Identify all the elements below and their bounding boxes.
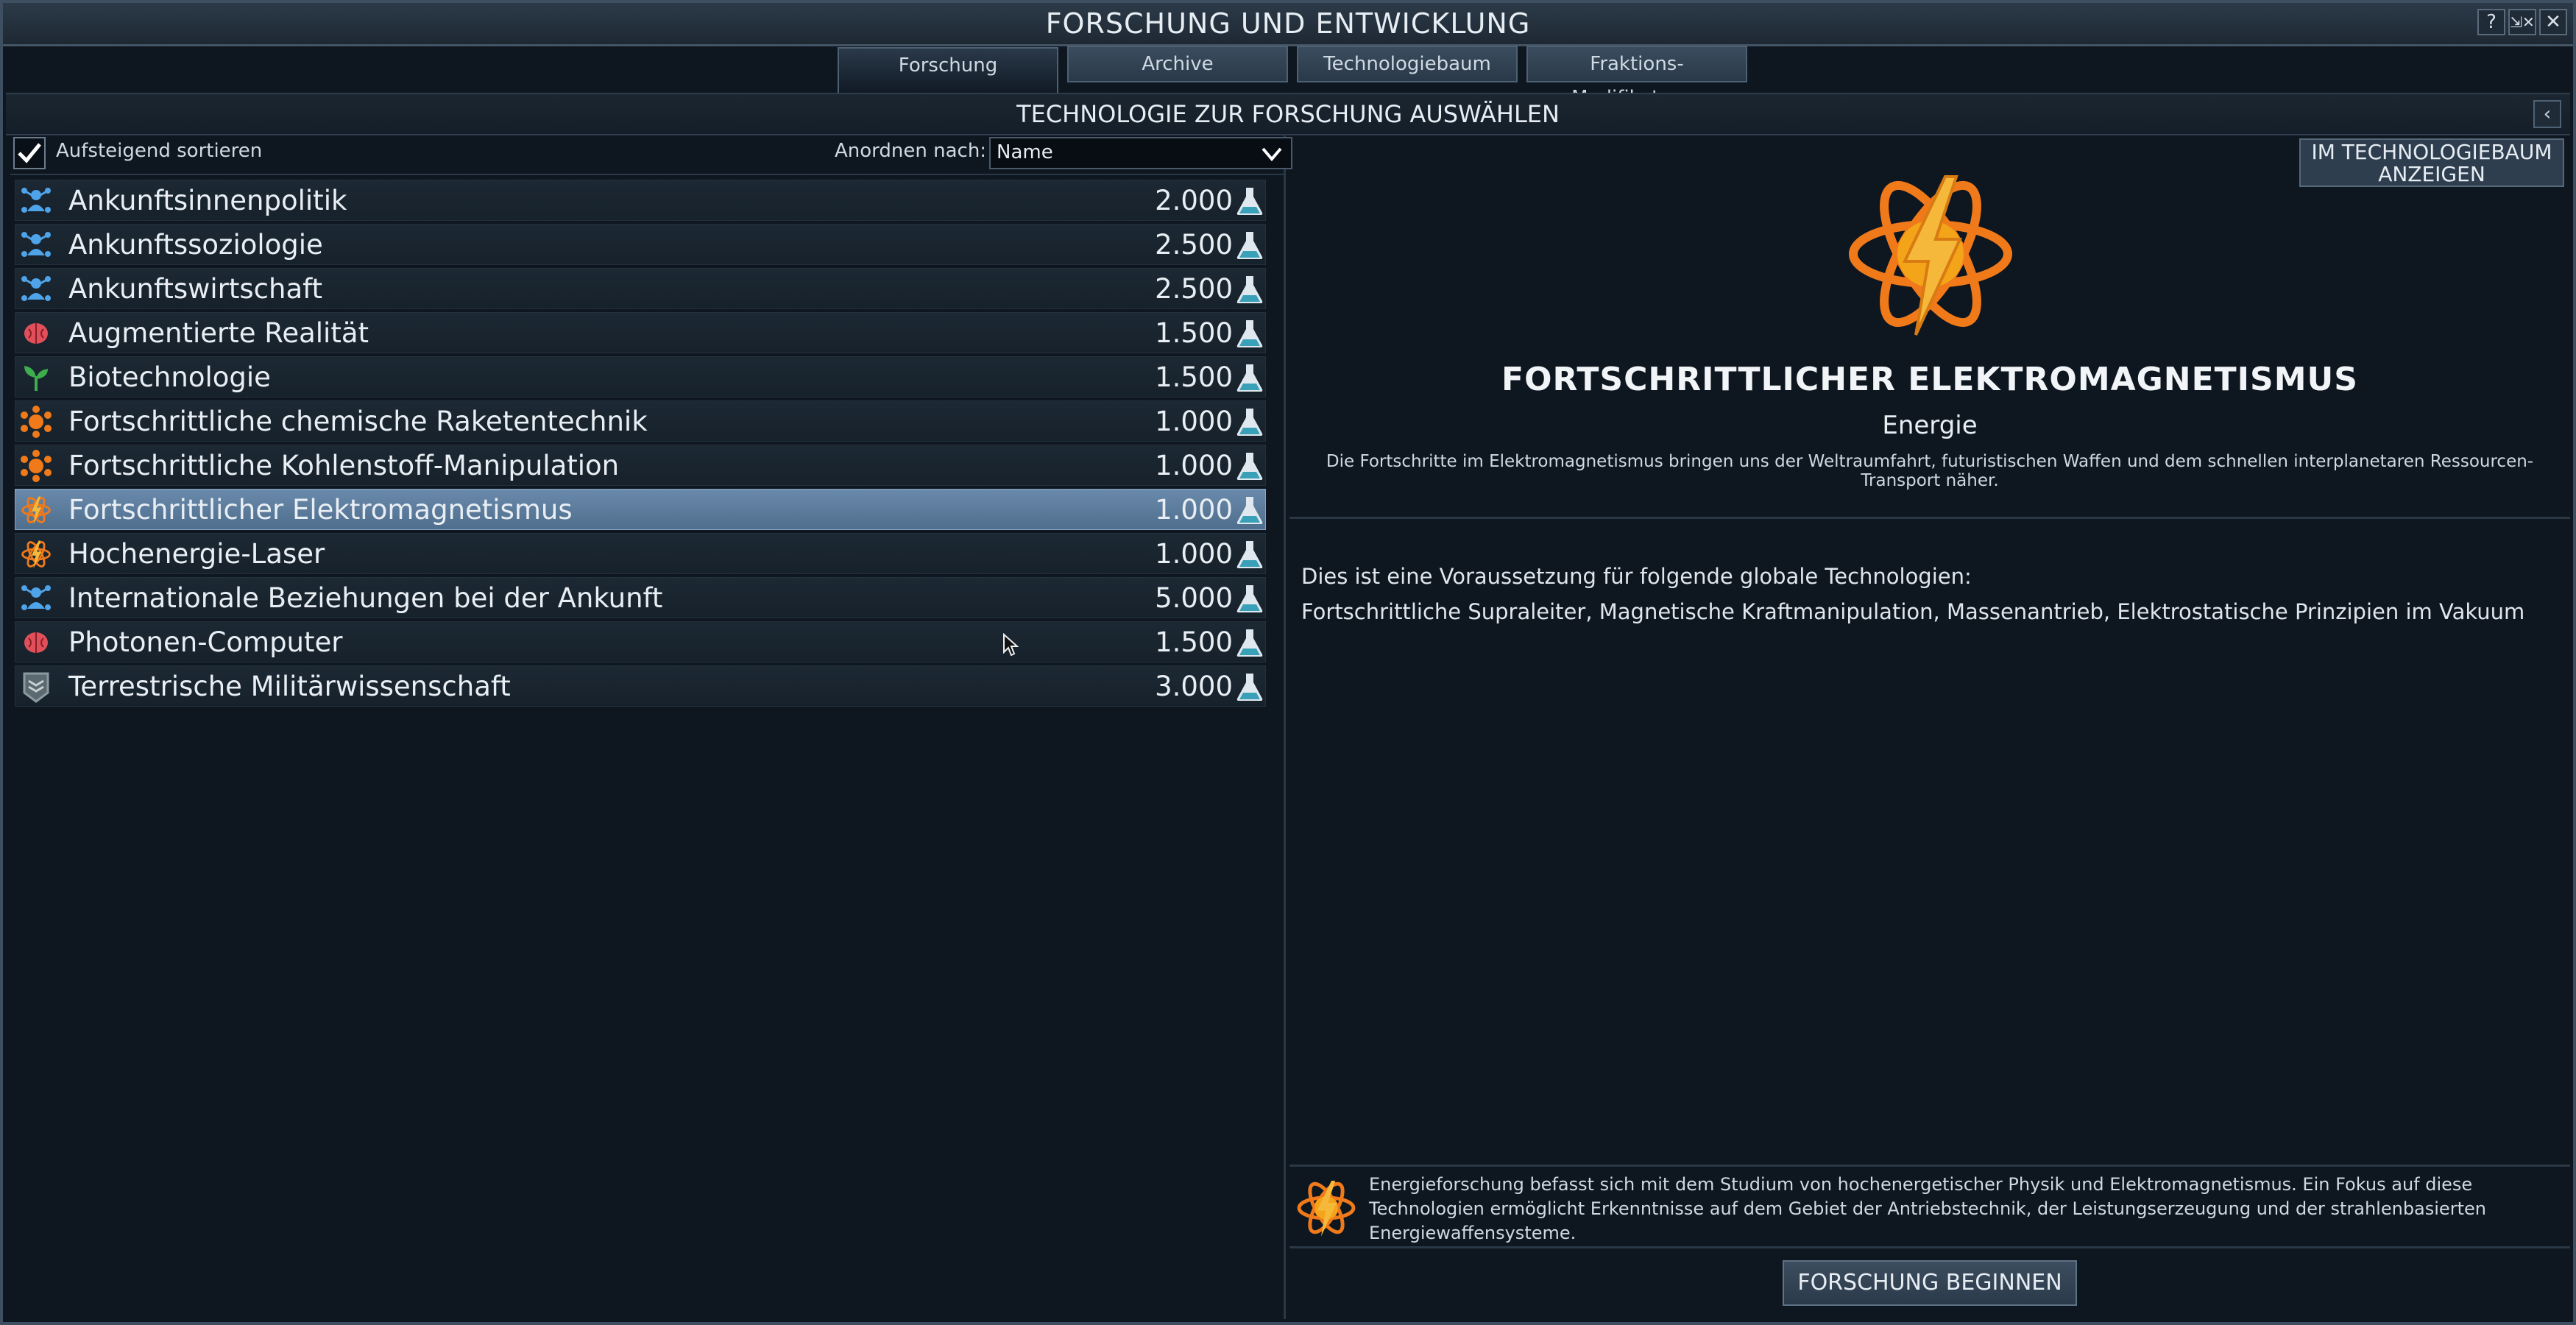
- flask-icon: [1236, 232, 1263, 259]
- tech-name: Fortschrittliche chemische Raketentechni…: [68, 406, 648, 437]
- prerequisite-section: Dies ist eine Voraussetzung für folgende…: [1301, 564, 2552, 624]
- tech-name: Fortschrittlicher Elektromagnetismus: [68, 494, 573, 526]
- military-icon: [23, 672, 49, 703]
- ascending-checkbox[interactable]: [13, 137, 46, 169]
- tech-title: FORTSCHRITTLICHER ELEKTROMAGNETISMUS: [1501, 361, 2358, 398]
- tech-cost: 1.000: [1155, 406, 1233, 437]
- tech-cost: 3.000: [1155, 671, 1233, 702]
- start-research-button[interactable]: FORSCHUNG BEGINNEN: [1783, 1260, 2077, 1306]
- collapse-panel-button[interactable]: ‹: [2533, 100, 2561, 128]
- tech-row[interactable]: Biotechnologie 1.500: [15, 356, 1266, 398]
- flask-icon: [1236, 674, 1263, 701]
- tech-cost: 1.500: [1155, 317, 1233, 349]
- brain-icon: [24, 632, 48, 653]
- social-icon: [21, 188, 51, 213]
- flask-icon: [1236, 276, 1263, 303]
- tech-row[interactable]: Fortschrittlicher Elektromagnetismus 1.00…: [15, 489, 1266, 530]
- tech-name: Ankunftswirtschaft: [68, 273, 322, 305]
- tab-technologiebaum[interactable]: Technologiebaum: [1297, 46, 1518, 82]
- sort-bar: Aufsteigend sortieren Anordnen nach: Nam…: [10, 134, 1292, 175]
- category-info: Energieforschung befasst sich mit dem St…: [1289, 1165, 2570, 1248]
- materials-icon: [21, 450, 52, 482]
- flask-icon: [1236, 364, 1263, 392]
- energy-atom-icon: [1849, 175, 2012, 336]
- flask-icon: [1236, 453, 1263, 480]
- category-info-text: Energieforschung befasst sich mit dem St…: [1369, 1174, 2486, 1243]
- tech-name: Ankunftssoziologie: [68, 229, 323, 261]
- tech-row[interactable]: Ankunftsinnenpolitik 2.000: [15, 180, 1266, 221]
- chevron-down-icon: [1262, 147, 1282, 162]
- energy-icon: [21, 540, 51, 569]
- arrange-label: Anordnen nach:: [835, 140, 987, 162]
- social-icon: [21, 232, 51, 257]
- tech-detail-panel: IM TECHNOLOGIEBAUM ANZEIGEN FORTSCHRITTL…: [1289, 134, 2570, 1319]
- tech-name: Terrestrische Militärwissenschaft: [68, 671, 511, 702]
- flask-icon: [1236, 585, 1263, 612]
- energy-atom-icon: [1297, 1181, 1356, 1237]
- social-icon: [21, 276, 51, 301]
- close-button[interactable]: ✕: [2539, 9, 2567, 35]
- tech-cost: 1.000: [1155, 494, 1233, 526]
- title-bar: FORSCHUNG UND ENTWICKLUNG ? ⇲✕ ✕: [3, 3, 2573, 46]
- tech-category: Energie: [1882, 411, 1978, 440]
- tab-forschung[interactable]: Forschung: [838, 47, 1058, 94]
- tab-bar: Forschung Archive Technologiebaum Frakti…: [838, 46, 1747, 109]
- flask-icon: [1236, 188, 1263, 215]
- ascending-label: Aufsteigend sortieren: [56, 140, 263, 162]
- research-window: FORSCHUNG UND ENTWICKLUNG ? ⇲✕ ✕ Forschu…: [0, 0, 2576, 1325]
- tech-name: Ankunftsinnenpolitik: [68, 185, 347, 216]
- window-title: FORSCHUNG UND ENTWICKLUNG: [1045, 7, 1531, 40]
- tech-cost: 2.500: [1155, 229, 1233, 261]
- tech-row[interactable]: Ankunftssoziologie 2.500: [15, 224, 1266, 265]
- tech-row[interactable]: Fortschrittliche chemische Raketentechni…: [15, 400, 1266, 442]
- tech-list: Ankunftsinnenpolitik 2.000 Ankunftssoziolo…: [15, 180, 1266, 710]
- tech-row[interactable]: Photonen-Computer 1.500: [15, 621, 1266, 662]
- tech-cost: 5.000: [1155, 582, 1233, 614]
- tech-detail-header: IM TECHNOLOGIEBAUM ANZEIGEN FORTSCHRITTL…: [1289, 134, 2570, 519]
- social-icon: [21, 585, 51, 610]
- tech-name: Hochenergie-Laser: [68, 538, 325, 570]
- tech-cost: 1.500: [1155, 626, 1233, 658]
- tech-row[interactable]: Ankunftswirtschaft 2.500: [15, 268, 1266, 309]
- arrange-dropdown[interactable]: Name: [989, 137, 1292, 169]
- tech-name: Biotechnologie: [68, 361, 271, 393]
- flask-icon: [1236, 497, 1263, 524]
- tech-cost: 1.000: [1155, 538, 1233, 570]
- section-title: TECHNOLOGIE ZUR FORSCHUNG AUSWÄHLEN: [1016, 100, 1560, 128]
- tech-name: Photonen-Computer: [68, 626, 343, 658]
- tech-name: Fortschrittliche Kohlenstoff-Manipulatio…: [68, 450, 620, 481]
- flask-icon: [1236, 629, 1263, 657]
- tech-name: Augmentierte Realität: [68, 317, 369, 349]
- prerequisite-list: Fortschrittliche Supraleiter, Magnetisch…: [1301, 599, 2525, 624]
- tech-row[interactable]: Fortschrittliche Kohlenstoff-Manipulatio…: [15, 445, 1266, 486]
- pin-button[interactable]: ⇲✕: [2508, 9, 2536, 35]
- tech-row[interactable]: Augmentierte Realität 1.500: [15, 312, 1266, 353]
- prerequisite-intro: Dies ist eine Voraussetzung für folgende…: [1301, 564, 1972, 589]
- mouse-cursor-icon: [1003, 633, 1019, 657]
- tech-cost: 1.000: [1155, 450, 1233, 481]
- show-in-tech-tree-button[interactable]: IM TECHNOLOGIEBAUM ANZEIGEN: [2299, 138, 2564, 187]
- energy-icon: [21, 496, 51, 525]
- tech-cost: 2.000: [1155, 185, 1233, 216]
- tech-cost: 1.500: [1155, 361, 1233, 393]
- brain-icon: [24, 323, 48, 344]
- flask-icon: [1236, 320, 1263, 347]
- tab-archive[interactable]: Archive: [1067, 46, 1288, 82]
- flask-icon: [1236, 541, 1263, 568]
- tab-fraktions-modifikatoren[interactable]: Fraktions-Modifikatoren: [1526, 46, 1747, 109]
- tech-name: Internationale Beziehungen bei der Ankun…: [68, 582, 663, 614]
- help-button[interactable]: ?: [2477, 9, 2505, 35]
- flask-icon: [1236, 409, 1263, 436]
- tech-row[interactable]: Internationale Beziehungen bei der Ankun…: [15, 577, 1266, 618]
- tech-row[interactable]: Terrestrische Militärwissenschaft 3.000: [15, 665, 1266, 707]
- tech-row[interactable]: Hochenergie-Laser 1.000: [15, 533, 1266, 574]
- tech-cost: 2.500: [1155, 273, 1233, 305]
- checkmark-icon: [18, 143, 41, 163]
- tech-list-panel: Aufsteigend sortieren Anordnen nach: Nam…: [10, 134, 1292, 1319]
- sprout-icon: [24, 366, 48, 391]
- tech-description: Die Fortschritte im Elektromagnetismus b…: [1326, 452, 2534, 490]
- section-header: TECHNOLOGIE ZUR FORSCHUNG AUSWÄHLEN ‹: [6, 93, 2570, 135]
- arrange-value: Name: [997, 141, 1053, 163]
- materials-icon: [21, 406, 52, 438]
